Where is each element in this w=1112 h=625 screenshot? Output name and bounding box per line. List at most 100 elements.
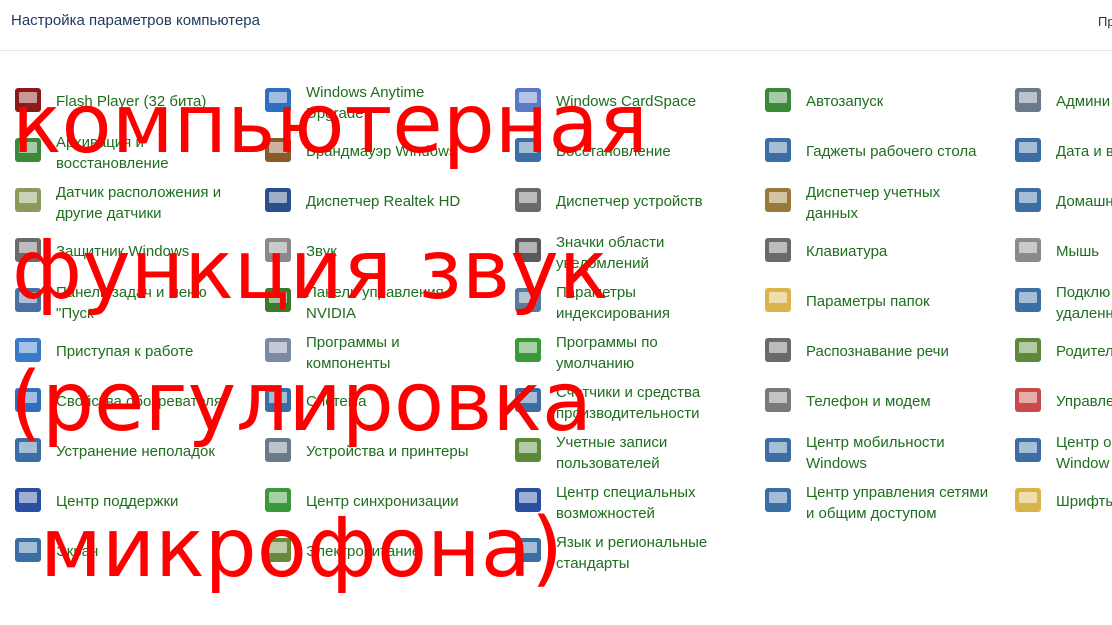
cp-item-label-line: Клавиатура [806,243,888,260]
cp-item-system[interactable]: Система [250,376,500,426]
cp-item-mobility-center[interactable]: Центр мобильности Windows [750,426,1000,476]
cp-item-realtek-manager[interactable]: Диспетчер Realtek HD [250,176,500,226]
cp-item-label: Диспетчер учетных данных [806,182,940,224]
cp-item-sync-center[interactable]: Центр синхронизации [250,476,500,526]
cp-item-taskbar-start[interactable]: Панель задач и меню "Пуск" [0,276,250,326]
cp-item-date-time[interactable]: Дата и в [1000,126,1112,176]
cp-item-location-sensors[interactable]: Датчик расположения и другие датчики [0,176,250,226]
cp-item-devices-printers[interactable]: Устройства и принтеры [250,426,500,476]
cp-item-autoplay[interactable]: Автозапуск [750,76,1000,126]
cp-item-archive-restore[interactable]: Архивация и восстановление [0,126,250,176]
cp-item-label-line: Язык и региональные [556,534,708,551]
cp-item-desktop-gadgets[interactable]: Гаджеты рабочего стола [750,126,1000,176]
cp-item-label: Родител [1056,341,1112,362]
cp-item-label-line: Windows [806,455,867,472]
cp-item-label-line: Диспетчер учетных [806,184,941,201]
cp-item-label: Панель управления NVIDIA [306,282,444,324]
cp-item-label: Диспетчер Realtek HD [306,191,460,212]
cp-item-label-line: Диспетчер Realtek HD [306,193,461,210]
cp-item-ease-of-access[interactable]: Центр специальных возможностей [500,476,750,526]
cp-item-power-options[interactable]: Электропитание [250,526,500,576]
cp-item-label: Устройства и принтеры [306,441,468,462]
cp-item-label: Защитник Windows [56,241,189,262]
cp-item-label-line: Система [306,393,367,410]
cp-item-label-line: Центр поддержки [56,493,179,510]
taskbar-icon [15,288,41,312]
cp-item-windows-anytime-upgrade[interactable]: Windows Anytime Upgrade [250,76,500,126]
fonts-icon [1015,488,1041,512]
internet-options-icon [15,388,41,412]
folder-icon [765,288,791,312]
cp-item-windows-defender[interactable]: Защитник Windows [0,226,250,276]
cp-item-label-line: Устранение неполадок [56,443,215,460]
cp-item-label-line: Управле [1056,393,1112,410]
cp-item-notification-icons[interactable]: Значки области уведомлений [500,226,750,276]
indexing-icon [515,288,541,312]
cp-item-label: Центр мобильности Windows [806,432,945,474]
admin-tools-icon [1015,88,1041,112]
cp-item-region-language[interactable]: Язык и региональные стандарты [500,526,750,576]
cp-item-label-line: Программы и [306,334,400,351]
view-mode-label[interactable]: Пр [1098,14,1112,29]
cp-item-label-line: Админи [1056,93,1111,110]
cp-item-label-line: уведомлений [556,255,649,272]
cp-item-getting-started[interactable]: Приступая к работе [0,326,250,376]
cp-item-folder-options[interactable]: Параметры папок [750,276,1000,326]
cp-item-default-programs[interactable]: Программы по умолчанию [500,326,750,376]
cp-item-user-accounts[interactable]: Учетные записи пользователей [500,426,750,476]
cp-item-sound[interactable]: Звук [250,226,500,276]
cp-item-browser-properties[interactable]: Свойства обозревателя [0,376,250,426]
cp-item-label-line: Программы по [556,334,658,351]
cp-item-label-line: Панель задач и меню [56,284,207,301]
cp-item-label-line: Центр управления сетями [806,484,989,501]
flag-icon [15,488,41,512]
cp-item-windows-cardspace[interactable]: Windows CardSpace [500,76,750,126]
cp-item-fonts[interactable]: Шрифты [1000,476,1112,526]
cp-item-label: Счетчики и средства производительности [556,382,700,424]
cp-item-windows-firewall[interactable]: Брандмауэр Windows [250,126,500,176]
telephone-icon [765,388,791,412]
power-plug-icon [265,538,291,562]
cp-item-phone-modem[interactable]: Телефон и модем [750,376,1000,426]
cp-item-label: Распознавание речи [806,341,949,362]
monitor-icon [15,538,41,562]
cp-item-label-line: Шрифты [1056,493,1112,510]
cp-item-troubleshooting[interactable]: Устранение неполадок [0,426,250,476]
cp-item-network-sharing[interactable]: Центр управления сетями и общим доступом [750,476,1000,526]
cp-item-label-line: умолчанию [556,355,635,372]
cp-item-device-manager[interactable]: Диспетчер устройств [500,176,750,226]
cp-item-mouse[interactable]: Мышь [1000,226,1112,276]
flash-player-icon [15,88,41,112]
cp-item-label-line: Дата и в [1056,143,1112,160]
system-computer-icon [265,388,291,412]
cp-item-flash-player[interactable]: Flash Player (32 бита) [0,76,250,126]
cp-item-color-management[interactable]: Управле [1000,376,1112,426]
cp-item-credential-manager[interactable]: Диспетчер учетных данных [750,176,1000,226]
cp-item-recovery[interactable]: Восстановление [500,126,750,176]
cp-item-homegroup[interactable]: Домашн [1000,176,1112,226]
windows-update-icon [1015,438,1041,462]
cp-item-display[interactable]: Экран [0,526,250,576]
cp-item-label-line: Автозапуск [806,93,884,110]
cp-item-windows-update[interactable]: Центр о Window [1000,426,1112,476]
window-header: Настройка параметров компьютера Пр [0,0,1112,51]
cp-item-indexing-options[interactable]: Параметры индексирования [500,276,750,326]
cp-item-nvidia-control-panel[interactable]: Панель управления NVIDIA [250,276,500,326]
cp-item-remote-connections[interactable]: Подклю удаленн [1000,276,1112,326]
cp-item-keyboard[interactable]: Клавиатура [750,226,1000,276]
cp-item-label: Значки области уведомлений [556,232,664,274]
remote-desktop-icon [1015,288,1041,312]
cp-item-parental-controls[interactable]: Родител [1000,326,1112,376]
page-title: Настройка параметров компьютера [11,12,260,29]
cp-item-label-line: Распознавание речи [806,343,949,360]
cp-item-administration[interactable]: Админи [1000,76,1112,126]
calendar-clock-icon [1015,138,1041,162]
cp-item-label: Дата и в [1056,141,1112,162]
cp-item-performance-tools[interactable]: Счетчики и средства производительности [500,376,750,426]
cp-item-programs-features[interactable]: Программы и компоненты [250,326,500,376]
gadgets-icon [765,138,791,162]
cp-item-label: Панель задач и меню "Пуск" [56,282,207,324]
users-icon [515,438,541,462]
cp-item-speech-recognition[interactable]: Распознавание речи [750,326,1000,376]
cp-item-action-center[interactable]: Центр поддержки [0,476,250,526]
